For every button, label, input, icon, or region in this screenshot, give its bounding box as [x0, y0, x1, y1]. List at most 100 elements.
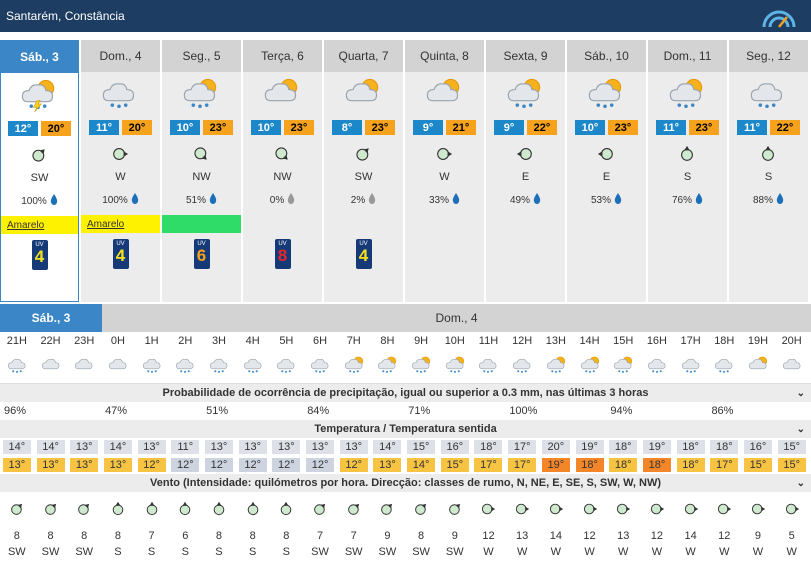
- temp-max: 23°: [608, 120, 638, 135]
- precip-section-title[interactable]: Probabilidade de ocorrência de precipita…: [0, 384, 811, 402]
- temp-section-title[interactable]: Temperatura / Temperatura sentida ⌄: [0, 420, 811, 438]
- temp-chip: 13°: [272, 440, 301, 454]
- chevron-down-icon[interactable]: ⌄: [797, 424, 805, 435]
- temp-chip: 19°: [575, 440, 604, 454]
- day-column[interactable]: Seg., 5 10° 23° NW 51% UV 6: [162, 40, 241, 302]
- day-column[interactable]: Seg., 12 11° 22° S 88%: [729, 40, 808, 302]
- wind-dir-label: W: [719, 546, 730, 558]
- temp-chip: 20°: [541, 440, 570, 454]
- day-column[interactable]: Dom., 4 11° 20° W 100% Amarelo UV 4: [81, 40, 160, 302]
- temp-chip: 11°: [171, 440, 200, 454]
- weather-warning: [729, 215, 808, 233]
- weather-moon-cloud-icon: [101, 355, 135, 378]
- day-column[interactable]: Quarta, 7 8° 23° SW 2% UV 4: [324, 40, 403, 302]
- wind-section-title[interactable]: Vento (Intensidade: quilómetros por hora…: [0, 474, 811, 492]
- temp-value: 13°: [337, 440, 371, 454]
- uv-value: 4: [34, 247, 45, 266]
- weather-moon-cloud-icon: [67, 355, 101, 378]
- wind-direction-icon: [741, 501, 775, 520]
- wind-direction-label: E: [602, 171, 611, 183]
- hourly-day1-label[interactable]: Sáb., 3: [0, 304, 102, 332]
- feels-value: 18°: [640, 458, 674, 472]
- wind-direction-icon: [354, 145, 374, 165]
- feels-chip: 12°: [204, 458, 233, 472]
- weather-cloud-rain-icon: [748, 76, 790, 118]
- raindrop-icon: [287, 193, 295, 207]
- day-column[interactable]: Sáb., 10 10° 23° E 53%: [567, 40, 646, 302]
- temp-value: 14°: [34, 440, 68, 454]
- wind-direction-icon: [371, 501, 405, 520]
- uv-value: 8: [277, 246, 288, 265]
- feels-value: 15°: [775, 458, 809, 472]
- daily-forecast: Sáb., 3 12° 20° SW 100% Amarelo UV 4 Dom., 4 11° 2…: [0, 32, 811, 302]
- day-label[interactable]: Quarta, 7: [324, 40, 403, 72]
- precip-probability: 76%: [672, 193, 703, 207]
- weather-moon-cloud-icon: [34, 355, 68, 378]
- precip-value: 96%: [4, 405, 27, 417]
- day-label[interactable]: Sexta, 9: [486, 40, 565, 72]
- temp-range: 11° 23°: [656, 120, 719, 135]
- wind-direction-icon: [472, 501, 506, 520]
- wind-direction-icon: [337, 501, 371, 520]
- weather-warning[interactable]: Amarelo: [81, 215, 160, 233]
- day-label[interactable]: Quinta, 8: [405, 40, 484, 72]
- wind-speed: 14: [549, 530, 562, 542]
- temp-max: 21°: [446, 120, 476, 135]
- weather-moon-cloud-icon: [775, 355, 809, 378]
- temp-range: 12° 20°: [8, 121, 71, 136]
- raindrop-icon: [533, 193, 541, 207]
- day-column[interactable]: Terça, 6 10° 23° NW 0% UV 8: [243, 40, 322, 302]
- weather-sun-cloud-rain-icon: [371, 355, 405, 378]
- weather-warning: [162, 215, 241, 233]
- precip-value: 94%: [610, 405, 633, 417]
- weather-sun-cloud-rain-icon: [539, 355, 573, 378]
- weather-sun-cloud-icon: [741, 355, 775, 378]
- feels-chip: 12°: [137, 458, 166, 472]
- precip-value: 100%: [509, 405, 538, 417]
- wind-dir-label: SW: [41, 546, 60, 558]
- precip-probability: 51%: [186, 193, 217, 207]
- day-column[interactable]: Sáb., 3 12° 20° SW 100% Amarelo UV 4: [0, 40, 79, 302]
- day-label[interactable]: Sáb., 10: [567, 40, 646, 72]
- temp-range: 10° 23°: [251, 120, 314, 135]
- raindrop-icon: [209, 193, 217, 207]
- day-label[interactable]: Sáb., 3: [1, 41, 78, 73]
- wind-speed: 8: [114, 530, 121, 542]
- temp-value: 15°: [775, 440, 809, 454]
- weather-cloud-rain-icon: [236, 355, 270, 378]
- temp-value: 13°: [236, 440, 270, 454]
- chevron-down-icon[interactable]: ⌄: [797, 478, 805, 489]
- hour-label: 21H: [6, 335, 27, 347]
- wind-dir-label: SW: [344, 546, 363, 558]
- feels-value: 12°: [236, 458, 270, 472]
- precip-value: 49%: [509, 194, 530, 206]
- weather-cloud-rain-icon: [202, 355, 236, 378]
- day-label[interactable]: Seg., 12: [729, 40, 808, 72]
- day-label[interactable]: Dom., 4: [81, 40, 160, 72]
- hour-label: 8H: [380, 335, 395, 347]
- day-label[interactable]: Dom., 11: [648, 40, 727, 72]
- day-label[interactable]: Seg., 5: [162, 40, 241, 72]
- temp-min: 11°: [656, 120, 686, 135]
- hour-label: 15H: [613, 335, 634, 347]
- day-column[interactable]: Dom., 11 11° 23° S 76%: [648, 40, 727, 302]
- weather-warning: [648, 215, 727, 233]
- day-column[interactable]: Quinta, 8 9° 21° W 33%: [405, 40, 484, 302]
- wind-dir-label: W: [786, 546, 797, 558]
- feels-value: 12°: [303, 458, 337, 472]
- hourly-day2-label[interactable]: Dom., 4: [102, 304, 811, 332]
- weather-warning[interactable]: Amarelo: [1, 216, 78, 234]
- day-label[interactable]: Terça, 6: [243, 40, 322, 72]
- hour-label: 10H: [444, 335, 465, 347]
- chevron-down-icon[interactable]: ⌄: [797, 388, 805, 399]
- day-column[interactable]: Sexta, 9 9° 22° E 49%: [486, 40, 565, 302]
- precip-value: 84%: [307, 405, 330, 417]
- location-title: Santarém, Constância: [6, 9, 125, 23]
- temp-chip: 13°: [238, 440, 267, 454]
- temp-value: 18°: [674, 440, 708, 454]
- uv-value: 4: [358, 246, 369, 265]
- temp-min: 12°: [8, 121, 38, 136]
- wind-speed: 6: [182, 530, 189, 542]
- temp-value: 18°: [472, 440, 506, 454]
- wind-direction-icon: [270, 501, 304, 520]
